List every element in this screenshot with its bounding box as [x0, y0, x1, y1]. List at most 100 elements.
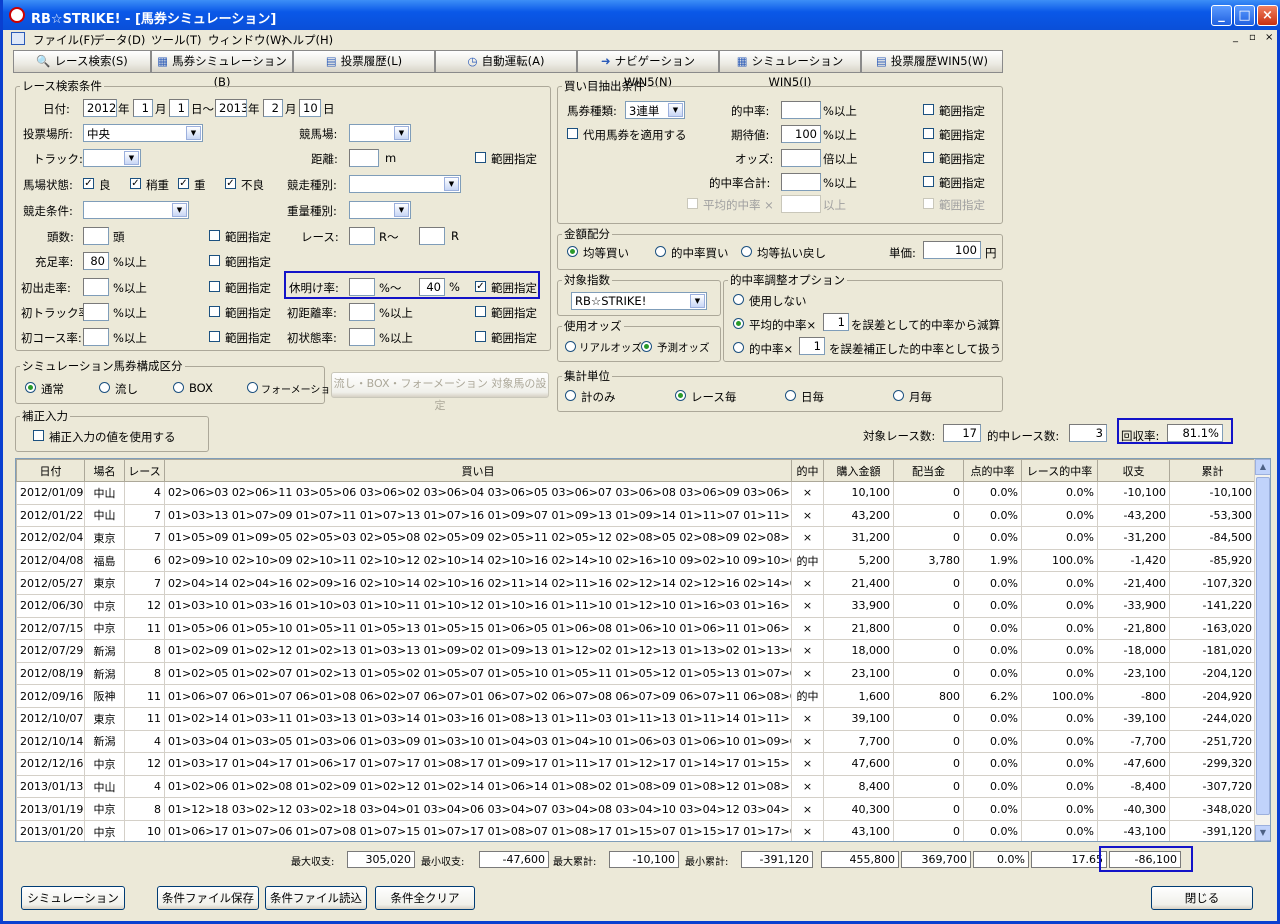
tab-simulation-win5[interactable]: ▦ シミュレーションWIN5(I) — [719, 50, 861, 89]
ev-range-checkbox[interactable] — [923, 128, 934, 139]
chevron-down-icon[interactable]: ▼ — [444, 177, 459, 191]
menu-data[interactable]: データ(D) — [93, 32, 145, 48]
adjust-subtract-field[interactable]: 1 — [823, 313, 849, 331]
avg-hit-field[interactable] — [781, 195, 821, 213]
simulation-button[interactable]: シミュレーション — [21, 886, 125, 910]
good-checkbox[interactable]: ✓ — [83, 178, 94, 189]
table-row[interactable]: 2012/06/30 中京 12 01>03>10 01>03>16 01>10>03… — [16, 593, 1256, 618]
radio-equal-payout[interactable] — [741, 246, 752, 257]
table-row[interactable]: 2012/07/29 新潟 8 01>02>09 01>02>12 01>02>13 … — [16, 639, 1256, 663]
clear-conditions-button[interactable]: 条件全クリア — [375, 886, 475, 910]
table-row[interactable]: 2012/01/22 中山 7 01>03>13 01>07>09 01>07>11 … — [16, 503, 1256, 528]
first-track-range-checkbox[interactable] — [209, 306, 220, 317]
avg-hit-checkbox[interactable] — [687, 198, 698, 209]
race-condition-select[interactable]: ▼ — [83, 201, 189, 219]
distance-range-checkbox[interactable] — [475, 152, 486, 163]
radio-nagashi[interactable] — [99, 382, 110, 393]
chevron-down-icon[interactable]: ▼ — [690, 294, 705, 308]
ticket-type-select[interactable]: 3連単 ▼ — [625, 101, 685, 119]
radio-per-month[interactable] — [893, 390, 904, 401]
table-row[interactable]: 2012/07/15 中京 11 01>05>06 01>05>10 01>05>11… — [16, 616, 1256, 641]
start-day-field[interactable]: 1 — [169, 99, 189, 117]
table-row[interactable]: 2012/02/04 東京 7 01>05>09 01>09>05 02>05>03 … — [16, 526, 1256, 550]
radio-hit-rate-buy[interactable] — [655, 246, 666, 257]
radio-total-only[interactable] — [565, 390, 576, 401]
close-window-button[interactable]: × — [1257, 5, 1278, 26]
heavy-checkbox[interactable]: ✓ — [178, 178, 189, 189]
tab-race-search[interactable]: 🔍 レース検索(S) — [13, 50, 151, 73]
column-header[interactable]: 買い目 — [164, 459, 792, 482]
menu-window[interactable]: ウィンドウ(W) — [208, 32, 286, 48]
chevron-down-icon[interactable]: ▼ — [172, 203, 187, 217]
tab-vote-history[interactable]: ▤ 投票履歴(L) — [293, 50, 435, 73]
alt-ticket-checkbox[interactable] — [567, 128, 578, 139]
end-day-field[interactable]: 10 — [299, 99, 321, 117]
fill-rate-range-checkbox[interactable] — [209, 255, 220, 266]
end-month-field[interactable]: 2 — [263, 99, 283, 117]
mdi-close-icon[interactable]: × — [1265, 32, 1273, 43]
first-start-field[interactable] — [83, 278, 109, 296]
menu-tools[interactable]: ツール(T) — [151, 32, 202, 48]
save-conditions-button[interactable]: 条件ファイル保存 — [157, 886, 259, 910]
column-header[interactable]: 的中 — [791, 459, 824, 482]
minimize-button[interactable]: _ — [1211, 5, 1232, 26]
tab-navigation-win5[interactable]: ➜ ナビゲーションWIN5(N) — [577, 50, 719, 89]
column-header[interactable]: レース的中率 — [1021, 459, 1098, 482]
radio-formation[interactable] — [247, 382, 258, 393]
unit-price-field[interactable]: 100 — [923, 241, 981, 259]
table-row[interactable]: 2012/10/07 東京 11 01>02>14 01>03>11 01>03>13… — [16, 706, 1256, 731]
track-select[interactable]: ▼ — [83, 149, 141, 167]
maximize-button[interactable]: □ — [1234, 5, 1255, 26]
column-header[interactable]: レース — [124, 459, 165, 482]
radio-adjust-subtract[interactable] — [733, 318, 744, 329]
scroll-up-icon[interactable]: ▲ — [1255, 459, 1270, 475]
radio-real-odds[interactable] — [565, 341, 576, 352]
table-row[interactable]: 2012/05/27 東京 7 02>04>14 02>04>16 02>09>16 … — [16, 571, 1256, 595]
first-start-range-checkbox[interactable] — [209, 281, 220, 292]
mdi-minimize-icon[interactable]: _ — [1233, 32, 1238, 43]
hit-total-field[interactable] — [781, 173, 821, 191]
column-header[interactable]: 日付 — [16, 459, 85, 482]
weight-type-select[interactable]: ▼ — [349, 201, 411, 219]
column-header[interactable]: 配当金 — [893, 459, 964, 482]
column-header[interactable]: 累計 — [1169, 459, 1256, 482]
chevron-down-icon[interactable]: ▼ — [394, 203, 409, 217]
radio-adjust-none[interactable] — [733, 294, 744, 305]
hit-rate-field[interactable] — [781, 101, 821, 119]
tab-ticket-simulation[interactable]: ▦ 馬券シミュレーション(B) — [151, 50, 293, 89]
hit-rate-range-checkbox[interactable] — [923, 104, 934, 115]
distance-field[interactable] — [349, 149, 379, 167]
first-condition-range-checkbox[interactable] — [475, 331, 486, 342]
menu-file[interactable]: ファイル(F) — [33, 32, 95, 48]
race-type-select[interactable]: ▼ — [349, 175, 461, 193]
table-row[interactable]: 2012/04/08 福島 6 02>09>10 02>10>09 02>10>11 … — [16, 548, 1256, 573]
odds-field[interactable] — [781, 149, 821, 167]
mdi-restore-icon[interactable]: ▫ — [1249, 32, 1256, 43]
target-horse-setting-button[interactable]: 流し・BOX・フォーメーション 対象馬の設定 — [331, 372, 549, 412]
column-header[interactable]: 収支 — [1097, 459, 1170, 482]
radio-predicted-odds[interactable] — [641, 341, 652, 352]
end-year-field[interactable]: 2013 — [215, 99, 247, 117]
index-select[interactable]: RB☆STRIKE! ▼ — [571, 292, 707, 310]
slightly-heavy-checkbox[interactable]: ✓ — [130, 178, 141, 189]
bad-checkbox[interactable]: ✓ — [225, 178, 236, 189]
table-row[interactable]: 2012/09/16 阪神 11 01>06>07 06>01>07 06>01>08… — [16, 684, 1256, 708]
runners-field[interactable] — [83, 227, 109, 245]
hit-total-range-checkbox[interactable] — [923, 176, 934, 187]
table-row[interactable]: 2012/08/19 新潟 8 01>02>05 01>02>07 01>02>13 … — [16, 661, 1256, 686]
first-distance-field[interactable] — [349, 303, 375, 321]
start-year-field[interactable]: 2012 — [83, 99, 117, 117]
use-correction-checkbox[interactable] — [33, 430, 44, 441]
column-header[interactable]: 点的中率 — [963, 459, 1022, 482]
tab-auto-run[interactable]: ◷ 自動運転(A) — [435, 50, 577, 73]
start-month-field[interactable]: 1 — [133, 99, 153, 117]
radio-normal[interactable] — [25, 382, 36, 393]
tab-vote-history-win5[interactable]: ▤ 投票履歴WIN5(W) — [861, 50, 1003, 73]
load-conditions-button[interactable]: 条件ファイル読込 — [265, 886, 367, 910]
close-button[interactable]: 閉じる — [1151, 886, 1253, 910]
first-distance-range-checkbox[interactable] — [475, 306, 486, 317]
expected-value-field[interactable]: 100 — [781, 125, 821, 143]
radio-per-day[interactable] — [785, 390, 796, 401]
table-row[interactable]: 2013/01/19 中京 8 01>12>18 03>02>12 03>02>18 … — [16, 797, 1256, 821]
results-table[interactable]: 日付 場名 レース 買い目 的中 購入金額 配当金 点的中率 レース的中率 収支 累計 2012/0… — [15, 458, 1271, 842]
